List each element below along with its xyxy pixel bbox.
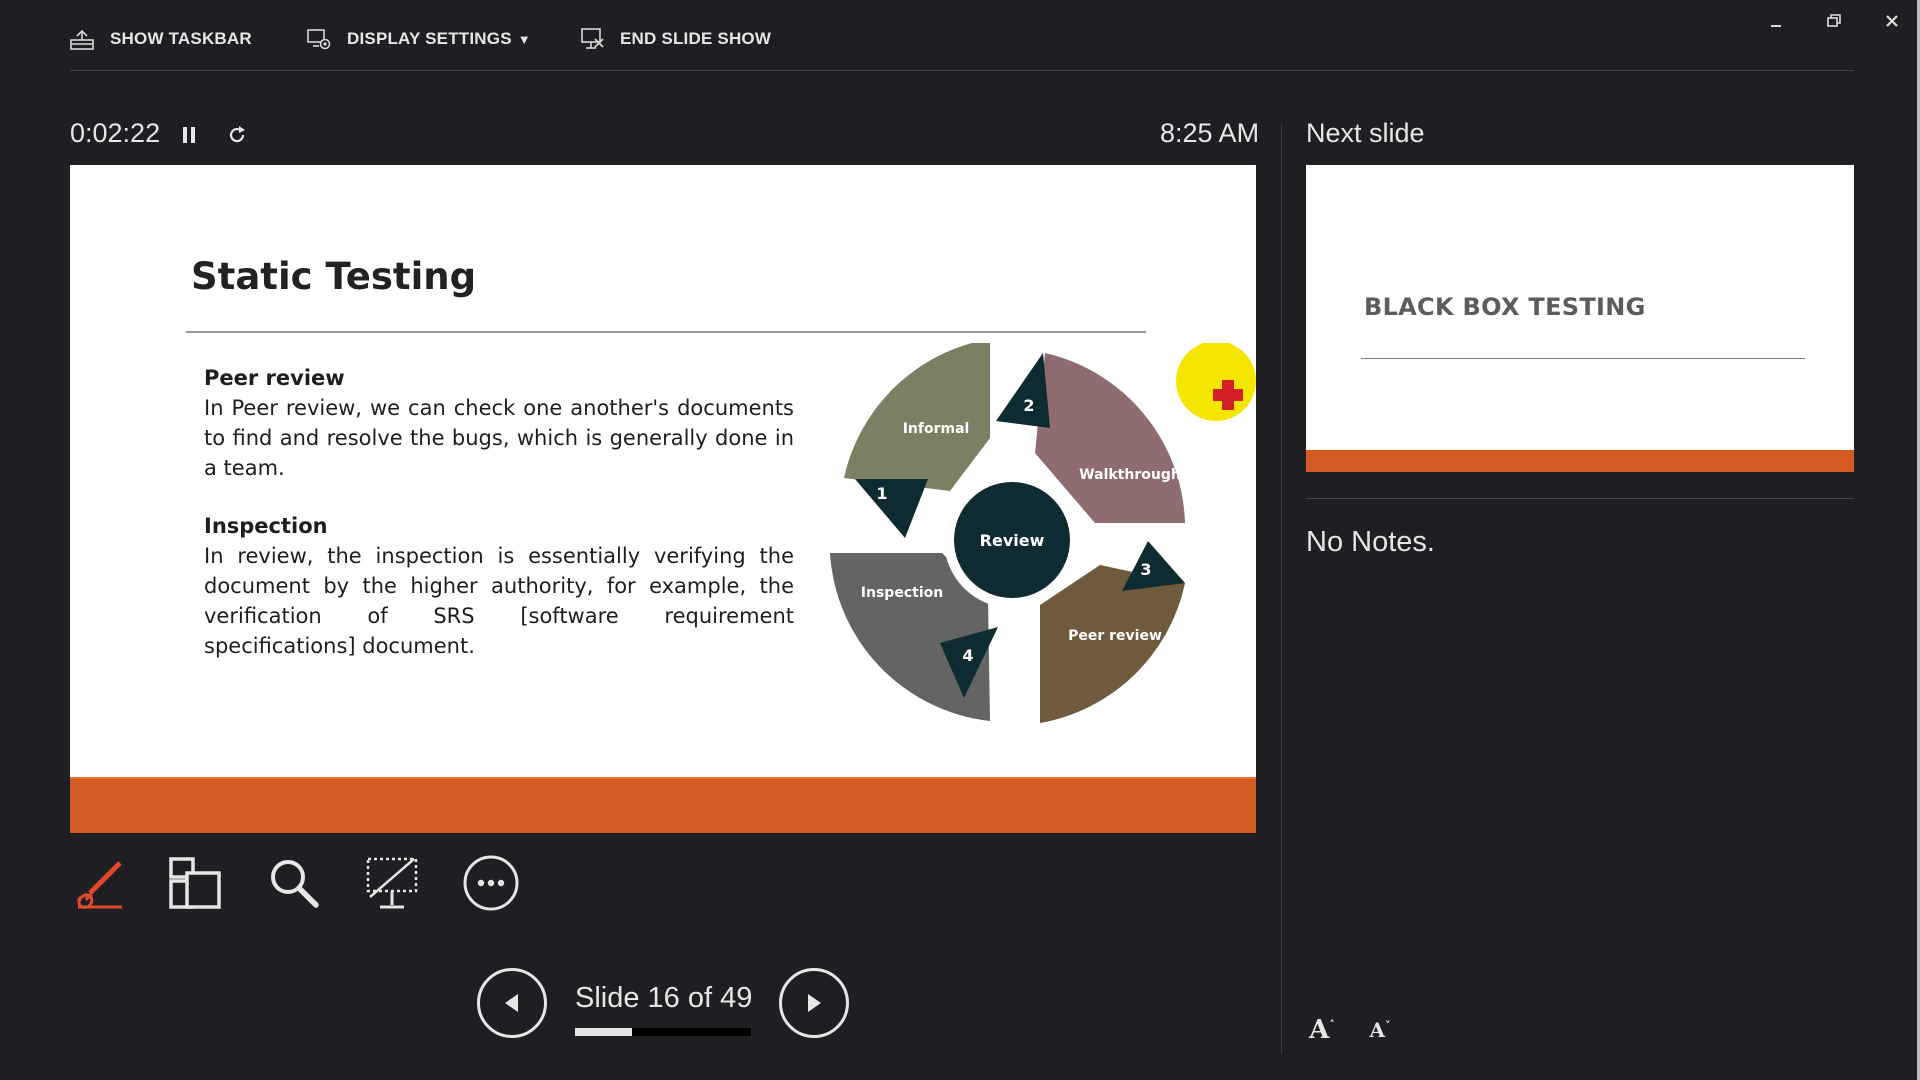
taskbar-icon <box>70 29 94 50</box>
section-text: In Peer review, we can check one another… <box>204 396 794 480</box>
next-slide-button[interactable] <box>779 968 849 1038</box>
notes-divider <box>1306 498 1854 499</box>
pen-tool-button[interactable] <box>66 852 130 914</box>
minimize-icon <box>1771 25 1781 27</box>
more-options-button[interactable] <box>459 852 523 914</box>
close-icon <box>1886 15 1898 27</box>
inspection-section: Inspection In review, the inspection is … <box>204 511 794 661</box>
show-taskbar-label: SHOW TASKBAR <box>110 29 252 48</box>
pause-icon <box>183 127 195 143</box>
section-heading: Inspection <box>204 514 328 538</box>
slide-footer-band <box>70 779 1256 833</box>
end-slide-show-label: END SLIDE SHOW <box>620 29 772 48</box>
pane-divider <box>1281 124 1282 1054</box>
slide-progress-bar <box>575 1028 751 1036</box>
pen-icon <box>76 861 122 909</box>
review-cycle-diagram: 1 Informal 2 Walkthrough 3 Peer review 4… <box>830 343 1256 723</box>
end-slide-show-button[interactable]: END SLIDE SHOW <box>578 22 771 56</box>
font-decrease-icon: A˅ <box>1369 1018 1391 1042</box>
slide-title: Static Testing <box>191 255 477 298</box>
previous-slide-button[interactable] <box>477 968 547 1038</box>
see-all-slides-icon <box>169 857 221 909</box>
restore-icon <box>1827 14 1841 27</box>
segment-number: 4 <box>962 646 973 665</box>
section-heading: Peer review <box>204 366 345 390</box>
peer-review-section: Peer review In Peer review, we can check… <box>204 363 794 483</box>
next-slide-footer-band <box>1306 450 1854 472</box>
center-label: Review <box>980 531 1045 550</box>
next-slide-thumbnail[interactable]: BLACK BOX TESTING <box>1306 165 1854 472</box>
reset-icon <box>229 126 245 143</box>
restore-button[interactable] <box>1814 6 1854 36</box>
segment-number: 1 <box>876 484 887 503</box>
zoom-button[interactable] <box>262 852 326 914</box>
pause-button[interactable] <box>174 120 204 150</box>
current-time: 8:25 AM <box>1160 118 1260 148</box>
next-slide-rule <box>1361 358 1805 359</box>
current-slide[interactable]: Static Testing Peer review In Peer revie… <box>70 165 1256 833</box>
close-button[interactable] <box>1872 6 1912 36</box>
segment-number: 2 <box>1023 396 1034 415</box>
increase-font-button[interactable]: A˄ <box>1302 1012 1342 1048</box>
dropdown-arrow-icon: ▼ <box>517 31 531 47</box>
reset-timer-button[interactable] <box>222 120 252 150</box>
segment-label: Walkthrough <box>1079 467 1181 483</box>
decrease-font-button[interactable]: A˅ <box>1360 1012 1400 1048</box>
zoom-icon <box>271 860 319 908</box>
display-settings-icon <box>307 29 331 50</box>
black-screen-icon <box>366 857 418 909</box>
display-settings-label: DISPLAY SETTINGS <box>347 29 512 48</box>
see-all-slides-button[interactable] <box>163 852 227 914</box>
next-slide-title: BLACK BOX TESTING <box>1364 293 1646 321</box>
elapsed-timer: 0:02:22 <box>70 118 161 148</box>
slide-counter[interactable]: Slide 16 of 49 <box>575 982 752 1015</box>
title-rule <box>186 331 1146 333</box>
segment-number: 3 <box>1140 560 1151 579</box>
next-slide-icon <box>808 994 821 1012</box>
toolbar-divider <box>70 70 1854 71</box>
section-text: In review, the inspection is essentially… <box>204 544 794 658</box>
minimize-button[interactable] <box>1756 6 1796 36</box>
segment-label: Peer review <box>1068 628 1162 644</box>
previous-slide-icon <box>505 994 518 1012</box>
font-increase-icon: A˄ <box>1309 1015 1335 1045</box>
segment-label: Inspection <box>861 585 943 601</box>
more-options-icon <box>463 855 519 911</box>
black-screen-button[interactable] <box>360 852 424 914</box>
segment-label: Informal <box>903 421 970 437</box>
slide-progress-fill <box>575 1028 633 1036</box>
next-slide-label: Next slide <box>1306 118 1425 148</box>
show-taskbar-button[interactable]: SHOW TASKBAR <box>68 22 252 56</box>
end-show-icon <box>581 28 604 49</box>
speaker-notes[interactable]: No Notes. <box>1306 526 1435 559</box>
pointer-highlight <box>1176 343 1256 421</box>
display-settings-button[interactable]: DISPLAY SETTINGS ▼ <box>305 22 531 56</box>
